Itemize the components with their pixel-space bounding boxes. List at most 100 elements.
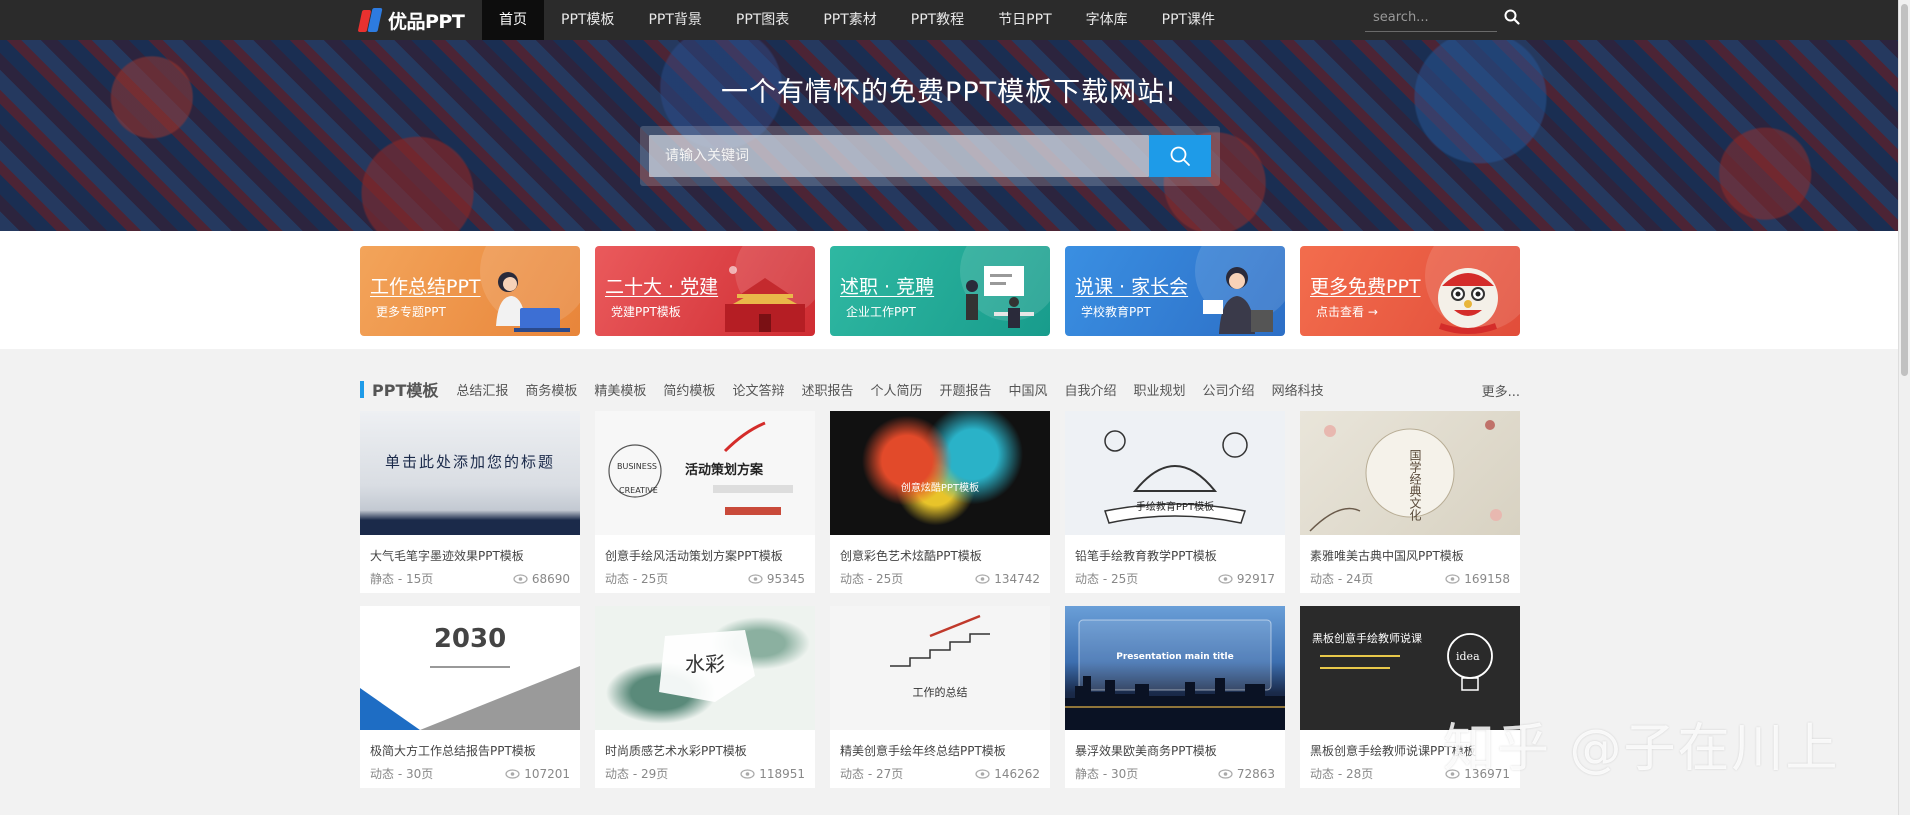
more-link[interactable]: 更多... (1482, 381, 1520, 400)
card-views: 95345 (748, 570, 805, 587)
hero-search-button[interactable] (1149, 135, 1211, 177)
category-tags: 总结汇报 商务模板 精美模板 简约模板 论文答辩 述职报告 个人简历 开题报告 … (456, 380, 1323, 399)
hero-search-box: 请输入关键词 (640, 126, 1220, 186)
card-pages: 动态 - 29页 (605, 767, 669, 781)
card-thumbnail[interactable]: 创意炫酷PPT模板 (830, 411, 1050, 535)
nav-item-ppt-tutorials[interactable]: PPT教程 (894, 0, 981, 40)
view-count: 107201 (524, 766, 570, 781)
card-thumbnail[interactable]: 水彩 (595, 606, 815, 730)
banner-title: 工作总结PPT (370, 276, 481, 298)
nav-item-ppt-courseware[interactable]: PPT课件 (1145, 0, 1232, 40)
site-logo[interactable]: 优品PPT (357, 3, 465, 37)
category-tag[interactable]: 精美模板 (594, 380, 646, 399)
card-title[interactable]: 铅笔手绘教育教学PPT模板 (1065, 535, 1285, 564)
category-tag[interactable]: 职业规划 (1134, 380, 1186, 399)
card-thumbnail[interactable]: 国学经典文化 (1300, 411, 1520, 535)
nav-item-fonts[interactable]: 字体库 (1069, 0, 1145, 40)
template-card[interactable]: 工作的总结 精美创意手绘年终总结PPT模板 动态 - 27页 146262 (830, 606, 1050, 788)
view-count: 92917 (1236, 571, 1275, 586)
banner-lecture-meeting[interactable]: 说课 · 家长会 学校教育PPT (1065, 246, 1285, 336)
card-title[interactable]: 大气毛笔字墨迹效果PPT模板 (360, 535, 580, 564)
category-tag[interactable]: 自我介绍 (1065, 380, 1117, 399)
scrollbar-thumb[interactable] (1901, 4, 1908, 376)
card-meta: 动态 - 24页 169158 (1300, 564, 1520, 587)
nav-item-ppt-backgrounds[interactable]: PPT背景 (631, 0, 718, 40)
section-accent-bar (360, 380, 364, 398)
card-title[interactable]: 时尚质感艺术水彩PPT模板 (595, 730, 815, 759)
card-pages: 动态 - 24页 (1310, 572, 1374, 586)
nav-item-ppt-templates[interactable]: PPT模板 (544, 0, 631, 40)
view-count: 118951 (759, 766, 805, 781)
view-count: 146262 (994, 766, 1040, 781)
template-card[interactable]: 水彩 时尚质感艺术水彩PPT模板 动态 - 29页 118951 (595, 606, 815, 788)
view-count: 169158 (1464, 571, 1510, 586)
view-count: 68690 (531, 571, 570, 586)
card-title[interactable]: 极简大方工作总结报告PPT模板 (360, 730, 580, 759)
template-card[interactable]: 手绘教育PPT模板 铅笔手绘教育教学PPT模板 动态 - 25页 92917 (1065, 411, 1285, 593)
card-title[interactable]: 创意手绘风活动策划方案PPT模板 (595, 535, 815, 564)
card-meta: 静态 - 30页 72863 (1065, 759, 1285, 782)
card-views: 107201 (505, 765, 570, 782)
category-tag[interactable]: 简约模板 (663, 380, 715, 399)
svg-text:BUSINESS: BUSINESS (617, 462, 657, 471)
nav-item-ppt-assets[interactable]: PPT素材 (806, 0, 893, 40)
card-views: 72863 (1218, 765, 1275, 782)
card-title[interactable]: 创意彩色艺术炫酷PPT模板 (830, 535, 1050, 564)
category-tag[interactable]: 中国风 (1009, 380, 1048, 399)
card-title[interactable]: 素雅唯美古典中国风PPT模板 (1300, 535, 1520, 564)
banner-subtitle: 党建PPT模板 (611, 305, 681, 319)
category-tag[interactable]: 开题报告 (939, 380, 991, 399)
card-thumbnail[interactable]: 工作的总结 (830, 606, 1050, 730)
card-thumbnail[interactable]: BUSINESS CREATIVE 活动策划方案 (595, 411, 815, 535)
card-meta: 静态 - 15页 68690 (360, 564, 580, 587)
nav-menu: 首页 PPT模板 PPT背景 PPT图表 PPT素材 PPT教程 节日PPT 字… (482, 0, 1232, 40)
category-tag[interactable]: 总结汇报 (456, 380, 508, 399)
banner-work-summary[interactable]: 工作总结PPT 更多专题PPT (360, 246, 580, 336)
search-icon[interactable] (1504, 9, 1520, 25)
banner-party-building[interactable]: 二十大 · 党建 党建PPT模板 (595, 246, 815, 336)
category-tag[interactable]: 论文答辩 (732, 380, 784, 399)
woman-laptop-illustration-icon (496, 272, 570, 332)
card-thumbnail[interactable]: 单击此处添加您的标题 (360, 411, 580, 535)
category-tag[interactable]: 公司介绍 (1203, 380, 1255, 399)
category-tag[interactable]: 网络科技 (1272, 380, 1324, 399)
category-tag[interactable]: 述职报告 (801, 380, 853, 399)
card-thumbnail[interactable]: Presentation main title (1065, 606, 1285, 730)
nav-search-input[interactable]: search... (1365, 5, 1497, 32)
card-views: 134742 (975, 570, 1040, 587)
template-card[interactable]: 单击此处添加您的标题 大气毛笔字墨迹效果PPT模板 静态 - 15页 68690 (360, 411, 580, 593)
card-thumbnail[interactable]: 2030 (360, 606, 580, 730)
card-thumbnail[interactable]: 手绘教育PPT模板 (1065, 411, 1285, 535)
nav-item-holiday-ppt[interactable]: 节日PPT (981, 0, 1068, 40)
template-card[interactable]: 2030 极简大方工作总结报告PPT模板 动态 - 30页 107201 (360, 606, 580, 788)
banner-subtitle: 企业工作PPT (846, 305, 916, 319)
eye-icon (513, 573, 528, 584)
thumb-caption: 工作的总结 (912, 686, 968, 699)
view-count: 134742 (994, 571, 1040, 586)
template-card[interactable]: 创意炫酷PPT模板 创意彩色艺术炫酷PPT模板 动态 - 25页 134742 (830, 411, 1050, 593)
category-tag[interactable]: 个人简历 (870, 380, 922, 399)
nav-item-ppt-charts[interactable]: PPT图表 (719, 0, 806, 40)
thumb-caption: 手绘教育PPT模板 (1135, 502, 1215, 513)
page-scrollbar[interactable] (1898, 0, 1910, 815)
banner-job-report[interactable]: 述职 · 竞聘 企业工作PPT (830, 246, 1050, 336)
thumb-caption: 活动策划方案 (685, 463, 764, 478)
card-meta: 动态 - 29页 118951 (595, 759, 815, 782)
card-title[interactable]: 暴浮效果欧美商务PPT模板 (1065, 730, 1285, 759)
banner-more-free-ppt[interactable]: 更多免费PPT 点击查看 → (1300, 246, 1520, 336)
thumb-caption: 水彩 (685, 652, 725, 676)
banner-title: 述职 · 竞聘 (840, 276, 935, 298)
banner-title: 更多免费PPT (1310, 276, 1421, 298)
card-meta: 动态 - 30页 107201 (360, 759, 580, 782)
thumb-caption: Presentation main title (1116, 652, 1234, 662)
template-card[interactable]: BUSINESS CREATIVE 活动策划方案 创意手绘风活动策划方案PPT模… (595, 411, 815, 593)
eye-icon (1445, 573, 1460, 584)
eye-icon (975, 573, 990, 584)
card-title[interactable]: 精美创意手绘年终总结PPT模板 (830, 730, 1050, 759)
card-views: 92917 (1218, 570, 1275, 587)
nav-item-home[interactable]: 首页 (482, 0, 544, 40)
hero-search-input[interactable]: 请输入关键词 (649, 135, 1149, 177)
category-tag[interactable]: 商务模板 (525, 380, 577, 399)
template-card[interactable]: Presentation main title 暴浮效果欧美商务PPT模板 静态… (1065, 606, 1285, 788)
template-card[interactable]: 国学经典文化 素雅唯美古典中国风PPT模板 动态 - 24页 169158 (1300, 411, 1520, 593)
